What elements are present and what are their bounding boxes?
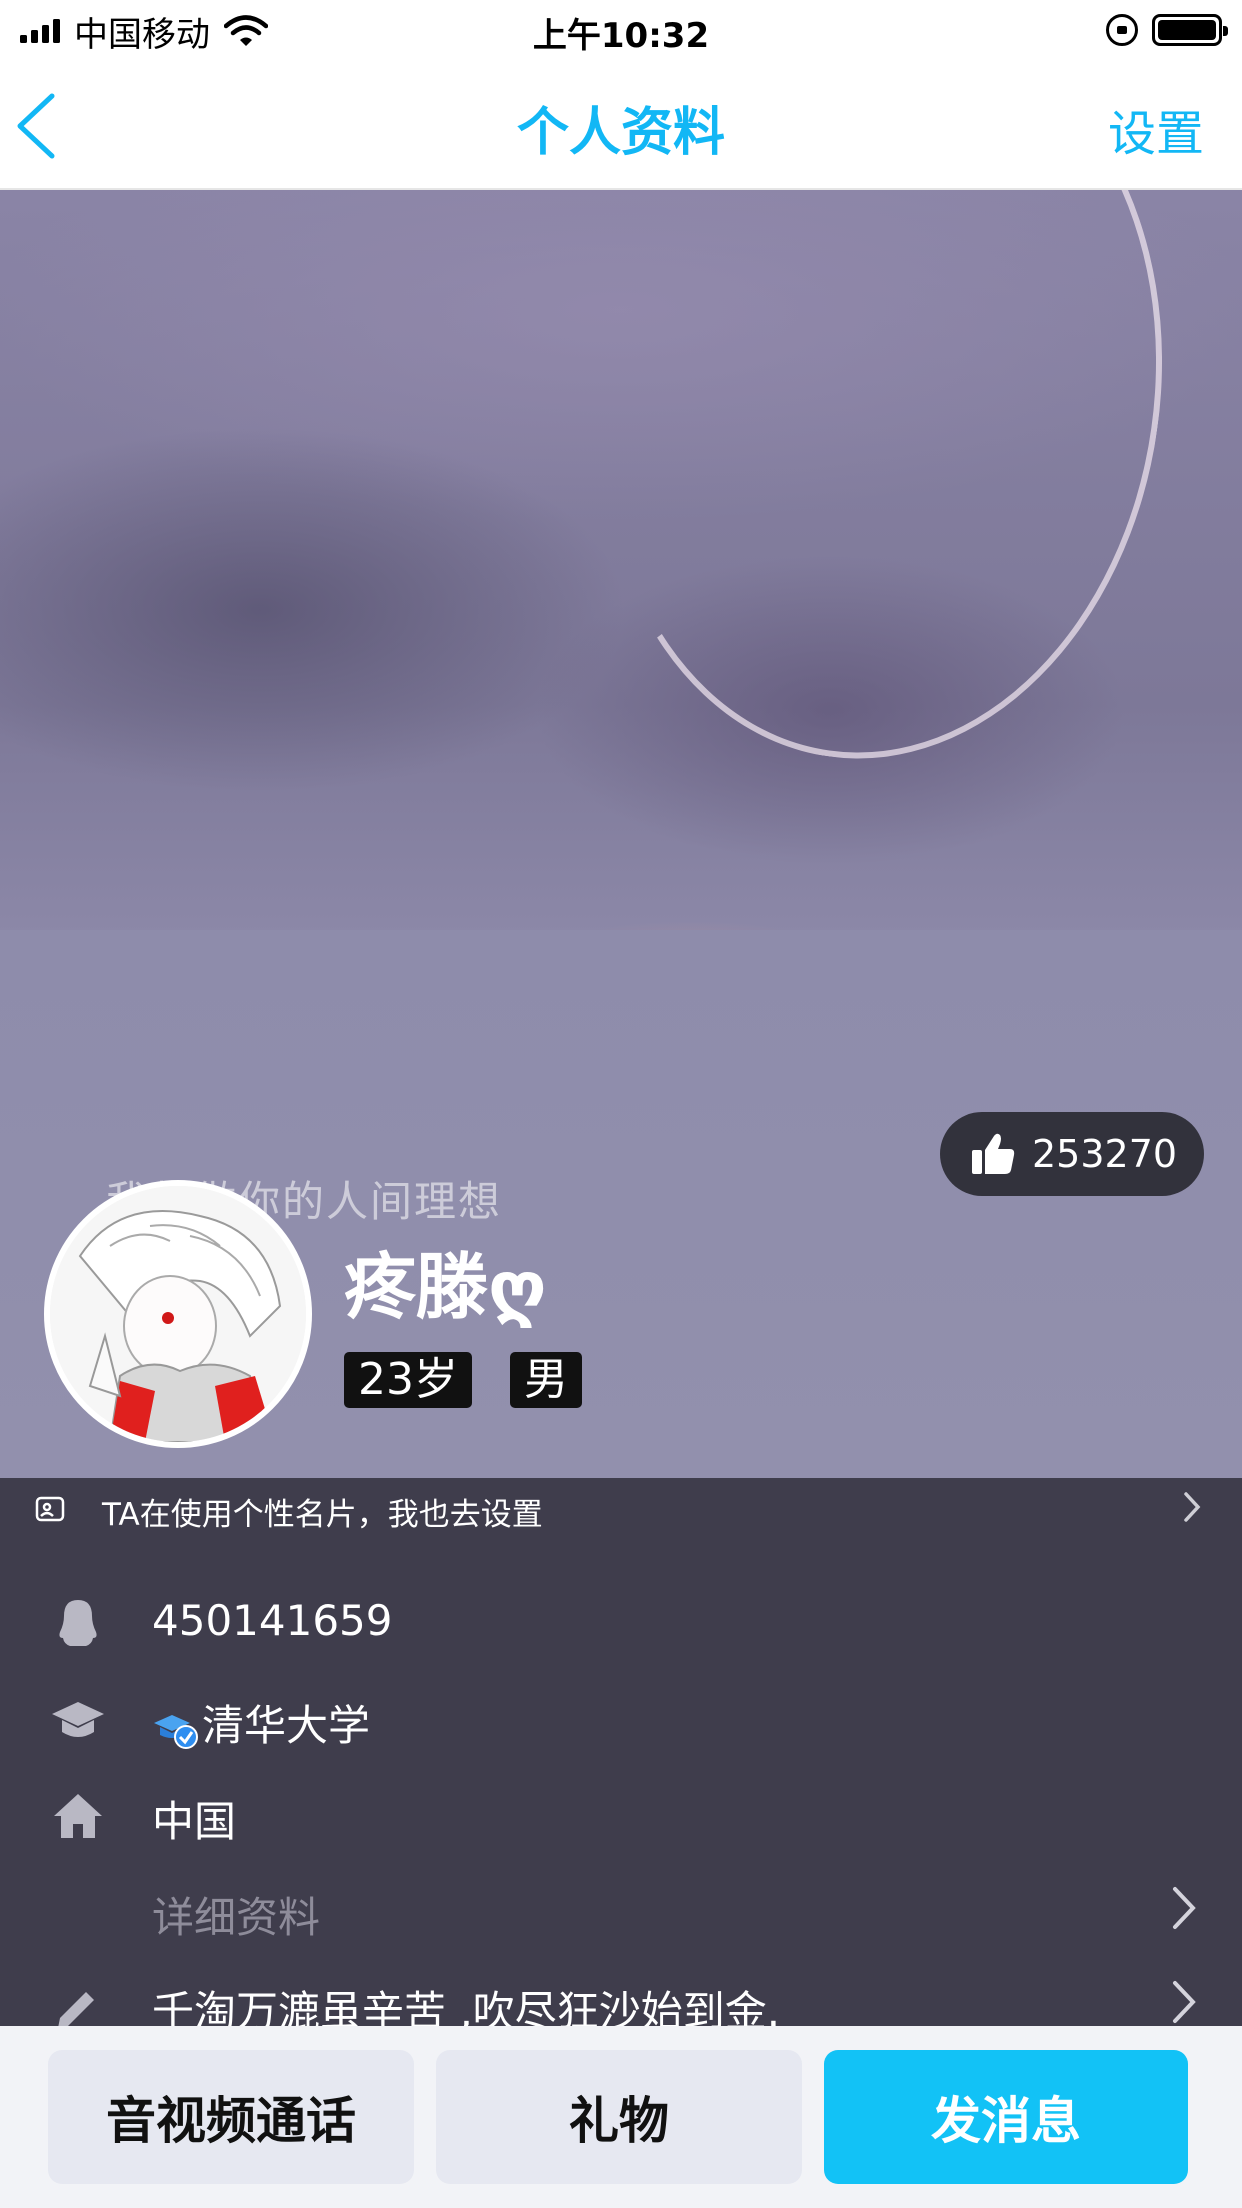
chevron-right-icon [1173, 1981, 1196, 2023]
thumbs-up-icon [972, 1133, 1015, 1174]
settings-button[interactable]: 设置 [1108, 94, 1204, 164]
card-icon [35, 1496, 65, 1522]
like-count: 253270 [1032, 1132, 1178, 1176]
status-bar: 中国移动 上午10:32 [0, 0, 1242, 62]
verified-school-icon [152, 1709, 200, 1749]
action-bar: 音视频通话 礼物 发消息 [0, 2026, 1242, 2208]
detail-info-row[interactable]: 详细资料 [0, 1862, 1242, 1958]
card-tip-text: TA在使用个性名片，我也去设置 [102, 1497, 543, 1533]
avatar[interactable] [44, 1180, 312, 1448]
page-title: 个人资料 [516, 103, 725, 163]
like-button[interactable]: 253270 [940, 1112, 1204, 1196]
rotation-lock-icon [1106, 14, 1138, 46]
gift-button[interactable]: 礼物 [436, 2050, 802, 2184]
hometown-row[interactable]: 中国 [0, 1766, 1242, 1862]
status-time: 上午10:32 [532, 16, 710, 56]
home-icon [54, 1794, 102, 1838]
hometown: 中国 [152, 1797, 237, 1846]
qq-number: 450141659 [152, 1596, 393, 1645]
age-tag: 23岁 [344, 1352, 472, 1408]
qq-number-row[interactable]: 450141659 [0, 1574, 1242, 1670]
detail-info-label: 详细资料 [152, 1893, 321, 1942]
video-call-button[interactable]: 音视频通话 [48, 2050, 414, 2184]
graduation-cap-icon [52, 1702, 104, 1737]
nickname: 疼滕ღ [344, 1245, 547, 1329]
gender-tag: 男 [510, 1352, 582, 1408]
chevron-right-icon [1173, 1887, 1196, 1929]
penguin-icon [59, 1600, 97, 1646]
school-row[interactable]: 清华大学 [0, 1670, 1242, 1766]
battery-icon [1152, 14, 1228, 46]
cover-moon [551, 190, 1209, 796]
chevron-right-icon [1184, 1492, 1201, 1522]
school-name: 清华大学 [202, 1701, 371, 1750]
navigation-bar: 个人资料 设置 [0, 62, 1242, 190]
send-message-button[interactable]: 发消息 [824, 2050, 1188, 2184]
custom-card-tip[interactable]: TA在使用个性名片，我也去设置 [0, 1478, 1242, 1538]
info-panel: TA在使用个性名片，我也去设置 450141659 清华大学 中国 详细资料 千… [0, 1478, 1242, 2036]
